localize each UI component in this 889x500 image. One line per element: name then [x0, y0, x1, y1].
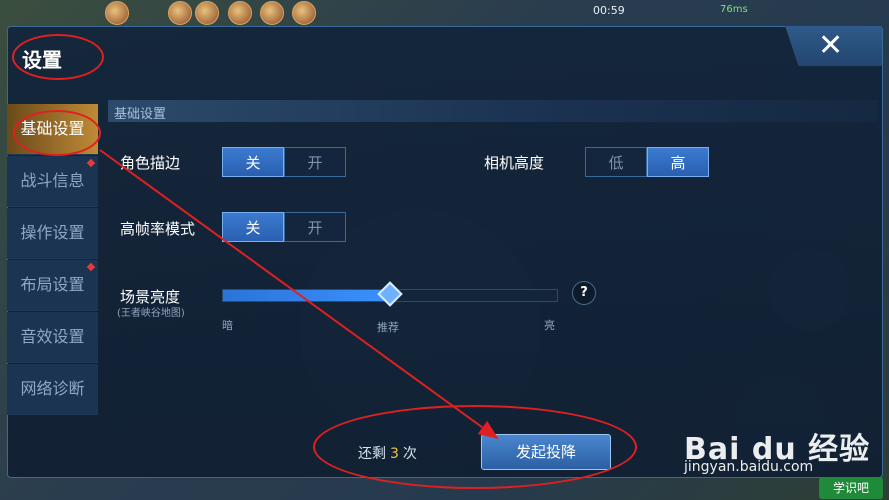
watermark-badge: 学识吧 — [819, 477, 883, 499]
watermark-url: jingyan.baidu.com — [684, 459, 814, 475]
